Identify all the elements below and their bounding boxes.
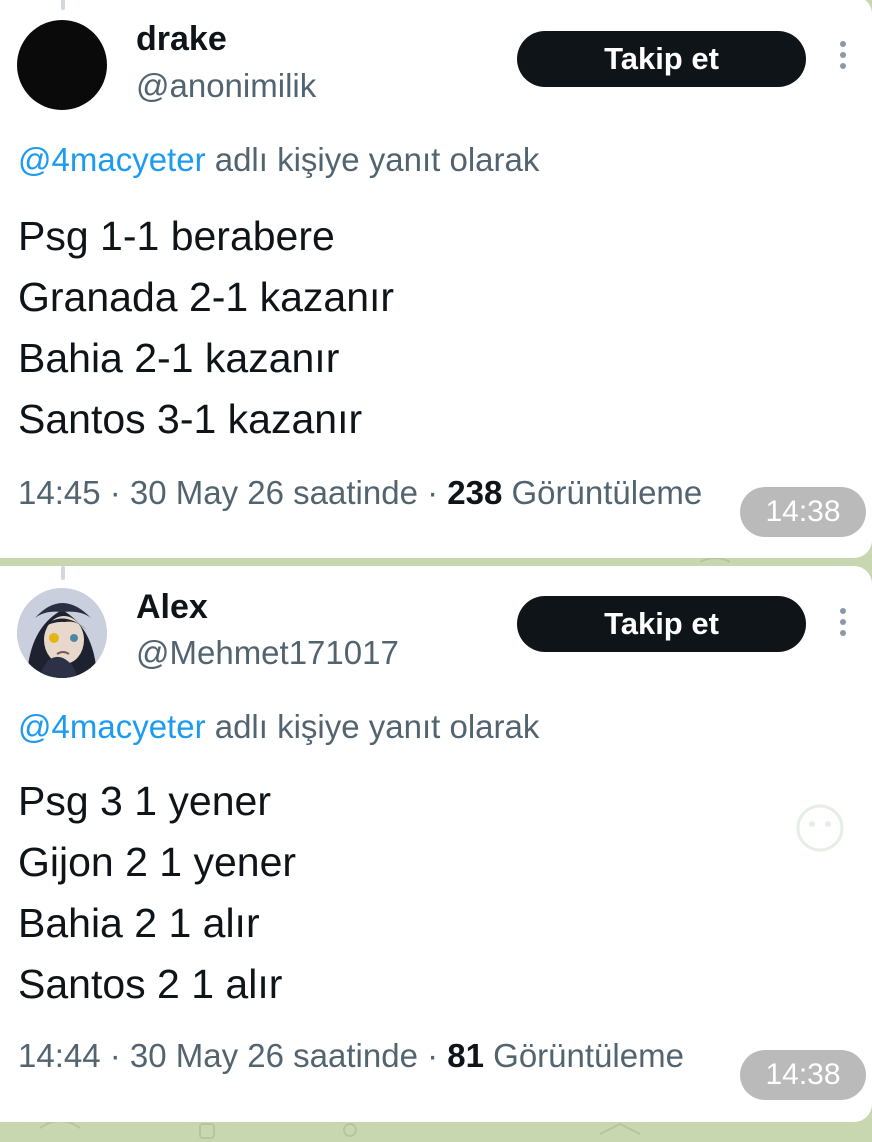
view-count: 81 [447,1037,484,1074]
tweet-line: Bahia 2 1 alır [18,900,260,946]
follow-button[interactable]: Takip et [517,31,806,87]
message-time-badge: 14:38 [740,487,866,537]
faded-sticker-icon [796,804,844,852]
view-count: 238 [447,474,503,511]
timestamp: 14:45 · 30 May 26 saatinde · [18,474,448,511]
user-handle[interactable]: @anonimilik [136,67,316,105]
anime-character-icon [17,588,107,678]
tweet-line: Psg 3 1 yener [18,778,271,824]
more-options-icon[interactable] [837,41,849,77]
reply-context: @4macyeter adlı kişiye yanıt olarak [18,141,539,179]
views-label: Görüntüleme [483,1037,684,1074]
tweet-card: drake @anonimilik Takip et @4macyeter ad… [0,0,872,558]
mention-link[interactable]: @4macyeter [18,141,206,178]
tweet-line: Santos 2 1 alır [18,961,283,1007]
reply-context: @4macyeter adlı kişiye yanıt olarak [18,708,539,746]
timestamp: 14:44 · 30 May 26 saatinde · [18,1037,448,1074]
follow-button[interactable]: Takip et [517,596,806,652]
mention-link[interactable]: @4macyeter [18,708,206,745]
message-time-badge: 14:38 [740,1050,866,1100]
tweet-line: Santos 3-1 kazanır [18,396,363,442]
thread-line [61,566,65,580]
tweet-line: Granada 2-1 kazanır [18,274,395,320]
tweet-text: Psg 3 1 yener Gijon 2 1 yener Bahia 2 1 … [18,771,296,1015]
tweet-line: Gijon 2 1 yener [18,839,297,885]
tweet-text: Psg 1-1 berabere Granada 2-1 kazanır Bah… [18,206,394,450]
more-options-icon[interactable] [837,608,849,644]
views-label: Görüntüleme [502,474,703,511]
tweet-line: Psg 1-1 berabere [18,213,335,259]
tweet-metadata: 14:44 · 30 May 26 saatinde · 81 Görüntül… [18,1037,684,1075]
user-handle[interactable]: @Mehmet171017 [136,634,399,672]
reply-context-text: adlı kişiye yanıt olarak [205,141,540,178]
tweet-line: Bahia 2-1 kazanır [18,335,340,381]
avatar[interactable] [17,588,107,678]
display-name[interactable]: Alex [136,588,208,627]
display-name[interactable]: drake [136,20,227,59]
tweet-metadata: 14:45 · 30 May 26 saatinde · 238 Görüntü… [18,474,702,512]
tweet-card: Alex @Mehmet171017 Takip et @4macyeter a… [0,566,872,1122]
thread-line [61,0,65,10]
reply-context-text: adlı kişiye yanıt olarak [205,708,540,745]
avatar[interactable] [17,20,107,110]
